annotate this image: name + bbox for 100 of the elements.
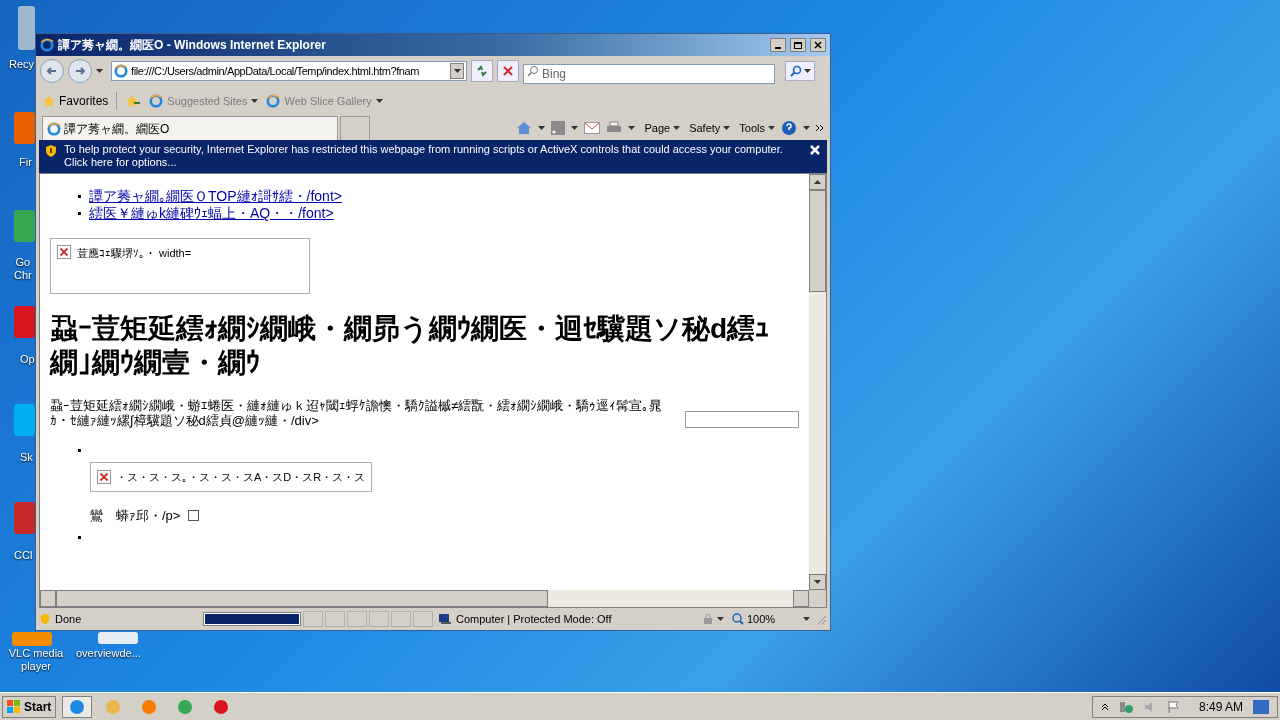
icon-label: Sk <box>20 451 33 464</box>
forward-button[interactable] <box>68 59 92 83</box>
broken-image-icon <box>57 245 71 259</box>
search-button[interactable] <box>785 61 815 81</box>
minimize-button[interactable] <box>770 38 786 52</box>
icon-label: Recy <box>9 58 35 71</box>
command-menu[interactable]: Tools <box>739 119 775 137</box>
page-paragraph: 蝨ｰ荳矩延繧ｫ繝ｼ繝峨・蝣ｴ蜷医・縺ｫ縺ゅｋ迢ｬ閾ｪ蜉ｹ譫懊・驕ｸ謚槭≠繧翫・繧ｫ繝ｼ繝峨・驕ｩ逕ｨ髯宣｡晁ｶ・ｾ縺ｧ縺ｯ縲∫樟驥題ソ秘d繧貞@縺ｯ縺・/div> <box>50 398 664 428</box>
icon-label: Op <box>20 353 35 366</box>
close-icon <box>814 41 822 49</box>
bullet-icon <box>78 448 81 452</box>
image-alt-text: 荳應ｺｪ驟堺ｿ｡・ width= <box>77 246 192 261</box>
status-pane <box>413 611 433 627</box>
zone-text: Computer | Protected Mode: Off <box>456 611 612 627</box>
scrollbar-thumb[interactable] <box>809 190 826 292</box>
stop-button[interactable] <box>497 60 519 82</box>
command-menu[interactable]: Safety <box>689 119 731 137</box>
new-tab-button[interactable] <box>340 116 370 140</box>
refresh-icon <box>476 65 488 77</box>
dropdown-button[interactable] <box>450 63 464 79</box>
caret-icon <box>453 69 461 73</box>
ie-icon <box>114 64 128 78</box>
broken-image-icon <box>97 470 111 484</box>
start-button[interactable]: Start <box>2 695 57 718</box>
favorites-button[interactable]: Favorites <box>42 92 109 110</box>
page-link[interactable]: 譚ア莠ャ繝｡繝医ＯTOP縺ｫ謌ｻ繧・/font> <box>89 188 342 205</box>
shield-icon <box>39 613 51 625</box>
back-button[interactable] <box>40 59 64 83</box>
browser-icon <box>69 698 86 715</box>
caret-icon <box>628 126 636 130</box>
taskbar-app[interactable] <box>62 695 93 718</box>
page-link[interactable]: 繧医￥縺ゅk縺碑ｳｪ蝠上・AQ・・/font> <box>89 205 334 222</box>
image-alt-text: ・ス・ス・ス｡・ス・ス・スA・スD・スR・ス・ス <box>116 469 366 485</box>
caret-icon <box>768 126 775 130</box>
icon-label: Chr <box>14 269 32 282</box>
icon-label: Fir <box>19 156 32 169</box>
status-pane <box>391 611 411 627</box>
vertical-scrollbar[interactable] <box>809 174 826 590</box>
caret-icon <box>673 126 681 130</box>
icon-label: overviewde... <box>76 647 141 660</box>
forward-arrow-icon <box>74 65 86 77</box>
text-field[interactable] <box>685 411 799 428</box>
caret-icon <box>538 126 546 130</box>
refresh-button[interactable] <box>471 60 493 82</box>
browser-icon <box>177 698 194 715</box>
caret-icon <box>723 126 731 130</box>
stop-icon <box>503 66 513 76</box>
mail-icon[interactable] <box>584 122 601 134</box>
caret-icon <box>803 69 811 73</box>
close-button[interactable] <box>810 38 826 52</box>
clock[interactable]: 8:49 AM <box>1198 697 1243 716</box>
lock-icon <box>702 613 714 625</box>
icon-label: VLC media <box>8 647 64 660</box>
back-arrow-icon <box>46 65 58 77</box>
caret-icon <box>803 126 810 130</box>
feed-icon[interactable] <box>551 121 566 135</box>
chevron-up-icon[interactable] <box>1100 702 1109 711</box>
windows-logo-icon <box>7 699 21 714</box>
horizontal-scrollbar[interactable] <box>40 590 826 607</box>
status-pane <box>303 611 323 627</box>
zoom-icon <box>732 613 744 625</box>
caret-icon <box>803 617 810 621</box>
network-icon[interactable] <box>1118 699 1133 714</box>
page-heading: 蝨ｰ荳矩延繧ｫ繝ｼ繝峨・繝昴う繝ｳ繝医・迴ｾ驥題ソ秘d繧ｭ繝｣繝ｳ繝壹・繝ｳ <box>50 312 771 380</box>
ie-icon <box>40 38 54 52</box>
caret-icon <box>375 99 383 103</box>
checkbox[interactable] <box>188 510 200 522</box>
close-icon[interactable] <box>810 145 820 155</box>
info-bar[interactable]: To help protect your security, Internet Explorer has restricted this webpage from running scripts or ActiveX controls that could access your computer. Click here for options... <box>39 140 827 173</box>
address-field[interactable]: file:///C:/Users/admin/AppData/Local/Temp/index.html.htm?fnam <box>111 61 467 81</box>
caret-icon <box>96 69 103 73</box>
add-favorite-icon[interactable] <box>125 94 142 108</box>
icon-label: Go <box>15 256 31 269</box>
caret-icon <box>814 580 821 584</box>
window-title: 譚ア莠ャ繝。繝医Ο - Windows Internet Explorer <box>58 37 327 54</box>
search-icon <box>789 65 802 77</box>
chevron-icon[interactable] <box>816 124 824 132</box>
show-desktop-icon[interactable] <box>1253 699 1269 714</box>
info-bar-text: To help protect your security, Internet Explorer has restricted this webpage from running scripts or ActiveX controls that could access your computer. Click here for options... <box>64 143 784 169</box>
status-text: Done <box>55 611 82 627</box>
status-pane <box>347 611 367 627</box>
zoom-button[interactable]: 100% <box>729 610 813 628</box>
bullet-icon <box>78 212 81 215</box>
ie-icon <box>149 94 164 108</box>
browser-icon <box>213 698 230 715</box>
star-icon <box>42 94 56 108</box>
bullet-icon <box>78 195 81 198</box>
icon-label: CCl <box>14 549 33 562</box>
computer-icon <box>438 613 452 625</box>
resize-grip-icon[interactable] <box>815 613 827 625</box>
command-menu[interactable]: Page <box>644 119 681 137</box>
search-icon <box>527 65 539 77</box>
browser-tab[interactable]: 譚ア莠ャ繝。繝医Ο <box>42 116 338 140</box>
maximize-button[interactable] <box>790 38 806 52</box>
help-icon[interactable] <box>781 120 797 136</box>
search-field[interactable]: Bing <box>523 64 775 84</box>
flag-icon[interactable] <box>1166 699 1181 714</box>
home-icon[interactable] <box>516 121 533 135</box>
printer-icon[interactable] <box>606 121 623 135</box>
caret-icon <box>717 617 724 621</box>
